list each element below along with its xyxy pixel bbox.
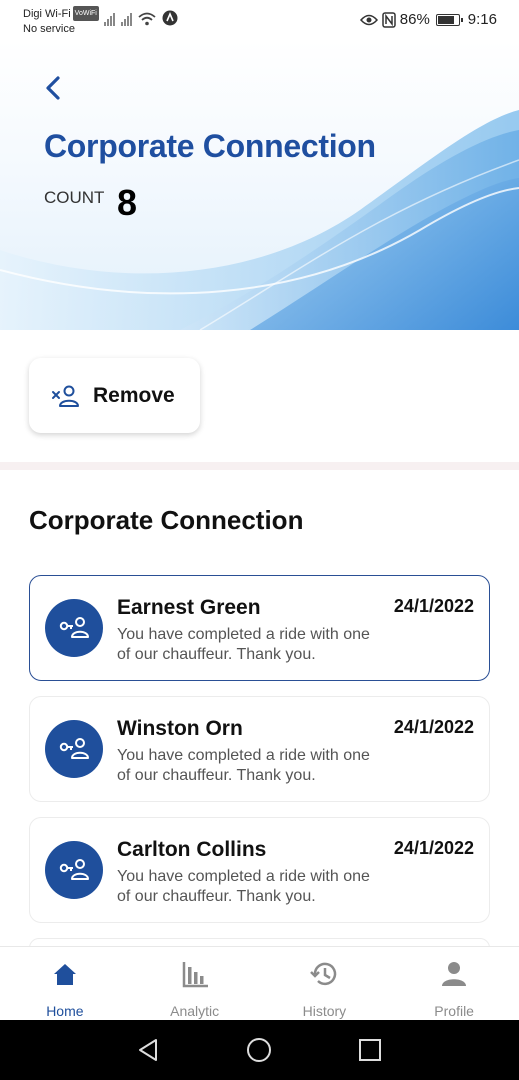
battery-icon: [435, 13, 463, 26]
status-right: 86% 9:16: [359, 11, 497, 28]
bottom-navigation: Home Analytic History Profile: [0, 946, 519, 1020]
avatar: [45, 599, 103, 657]
back-arrow-icon[interactable]: [40, 74, 68, 102]
connection-date: 24/1/2022: [393, 838, 474, 858]
signal-icon: [104, 12, 115, 26]
key-person-icon: [59, 617, 89, 638]
system-back-icon[interactable]: [135, 1036, 163, 1064]
connection-card[interactable]: Winston Orn 24/1/2022 You have completed…: [29, 696, 490, 802]
battery-percent: 86%: [399, 11, 430, 28]
wifi-icon: [138, 12, 156, 26]
connection-message: You have completed a ride with one of ou…: [117, 868, 370, 905]
nav-home[interactable]: Home: [0, 947, 130, 1020]
eye-icon: [359, 14, 378, 25]
bar-chart-icon: [182, 962, 208, 988]
connection-card[interactable]: Carlton Collins 24/1/2022 You have compl…: [29, 817, 490, 923]
system-recents-icon[interactable]: [356, 1036, 384, 1064]
connection-name: Winston Orn: [117, 717, 243, 740]
connection-card[interactable]: Earnest Green 24/1/2022 You have complet…: [29, 575, 490, 681]
page-header: Corporate Connection COUNT 8: [0, 40, 519, 330]
home-icon: [53, 964, 76, 985]
vpn-icon: [162, 10, 178, 26]
system-home-icon[interactable]: [245, 1036, 273, 1064]
clock: 9:16: [467, 11, 497, 28]
service-status: No service: [23, 23, 75, 35]
nav-profile-label: Profile: [434, 1003, 474, 1019]
carrier-info: Digi Wi-Fi VoWiFi No service: [23, 6, 99, 37]
section-title: Corporate Connection: [29, 505, 304, 535]
section-divider: [0, 462, 519, 470]
count-value: 8: [117, 182, 138, 223]
nav-home-label: Home: [46, 1003, 84, 1019]
nfc-icon: [382, 11, 396, 28]
signal-off-icon: [121, 12, 132, 26]
nav-history[interactable]: History: [260, 947, 390, 1020]
key-person-icon: [59, 859, 89, 880]
count-label: COUNT: [44, 188, 105, 207]
remove-button[interactable]: Remove: [29, 358, 200, 433]
history-icon: [310, 962, 337, 986]
remove-button-label: Remove: [93, 383, 175, 407]
connection-date: 24/1/2022: [393, 596, 474, 616]
carrier-name: Digi Wi-Fi: [23, 8, 71, 20]
avatar: [45, 841, 103, 899]
nav-history-label: History: [302, 1003, 347, 1019]
signal-icons: [104, 10, 178, 26]
nav-analytic-label: Analytic: [170, 1003, 220, 1019]
header-wave-decoration: [0, 110, 519, 330]
avatar: [45, 720, 103, 778]
connection-message: You have completed a ride with one of ou…: [117, 626, 370, 663]
vowifi-badge: VoWiFi: [72, 6, 99, 21]
status-bar: Digi Wi-Fi VoWiFi No service 86% 9:16: [0, 0, 519, 40]
key-person-icon: [59, 738, 89, 759]
nav-analytic[interactable]: Analytic: [130, 947, 260, 1020]
nav-profile[interactable]: Profile: [389, 947, 519, 1020]
connection-message: You have completed a ride with one of ou…: [117, 747, 370, 784]
connection-date: 24/1/2022: [393, 717, 474, 737]
connection-name: Earnest Green: [117, 596, 261, 619]
system-navigation-bar: [0, 1020, 519, 1080]
person-icon: [442, 962, 467, 986]
remove-user-icon: [52, 385, 79, 407]
connection-name: Carlton Collins: [117, 838, 267, 861]
page-title: Corporate Connection: [44, 128, 376, 164]
